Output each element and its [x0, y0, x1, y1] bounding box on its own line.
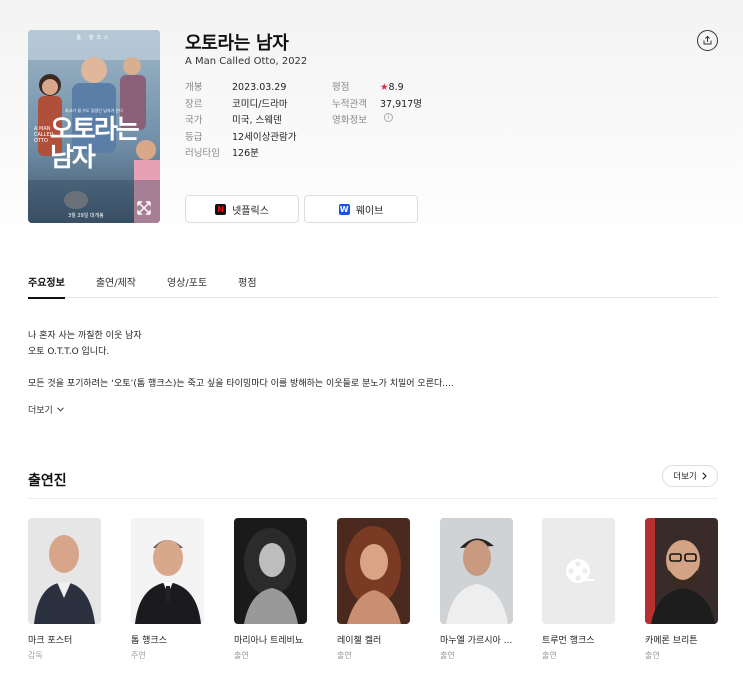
info-rating-grade: 등급 12세이상관람가 — [185, 130, 297, 147]
cast-role: 출연 — [337, 651, 352, 660]
info-movie-info[interactable]: 영화정보 i — [332, 113, 422, 130]
tab-reviews[interactable]: 평점 — [238, 262, 256, 298]
expand-icon[interactable] — [136, 200, 152, 216]
more-label: 더보기 — [28, 406, 53, 416]
cast-card[interactable]: 톰 행크스 주연 — [131, 518, 205, 661]
cast-more-button[interactable]: 더보기 — [662, 465, 718, 487]
info-runtime: 러닝타임 126분 — [185, 146, 297, 163]
movie-subtitle: A Man Called Otto, 2022 — [185, 56, 308, 67]
cast-role: 출연 — [440, 651, 455, 660]
tab-main-info[interactable]: 주요정보 — [28, 262, 65, 299]
chevron-down-icon — [56, 407, 64, 412]
share-icon — [703, 35, 712, 45]
cast-photo — [131, 518, 204, 624]
ott-label: 넷플릭스 — [232, 205, 269, 217]
poster-release: 3월 29일 대개봉 — [68, 213, 104, 219]
cast-photo — [28, 518, 101, 624]
more-label: 더보기 — [673, 472, 697, 482]
info-country: 국가 미국, 스웨덴 — [185, 113, 297, 130]
ott-label: 웨이브 — [355, 205, 384, 217]
info-circle-icon[interactable]: i — [384, 113, 393, 122]
wavve-button[interactable]: W 웨이브 — [304, 195, 418, 223]
info-value: 12세이상관람가 — [232, 131, 297, 143]
poster-english: A MAN CALLED OTTO — [34, 126, 54, 144]
cast-card[interactable]: 레이첼 켈러 출연 — [337, 518, 411, 661]
cast-section-title: 출연진 — [28, 473, 67, 489]
cast-role: 주연 — [131, 651, 146, 660]
chevron-right-icon — [702, 472, 707, 480]
netflix-button[interactable]: N 넷플릭스 — [185, 195, 299, 223]
tab-video-photo[interactable]: 영상/포토 — [167, 262, 207, 298]
movie-title: 오토라는 남자 — [185, 33, 289, 54]
cast-photo-placeholder — [542, 518, 615, 624]
divider — [28, 498, 718, 499]
cast-name: 톰 행크스 — [131, 636, 167, 646]
synopsis-line: 오토 O.T.T.O 입니다. — [28, 347, 110, 357]
synopsis-line: 나 혼자 사는 까칠한 이웃 남자 — [28, 331, 142, 341]
synopsis-more-button[interactable]: 더보기 — [28, 403, 64, 416]
info-label: 영화정보 — [332, 115, 367, 126]
share-button[interactable] — [697, 30, 718, 51]
info-list-left: 개봉 2023.03.29 장르 코미디/드라마 국가 미국, 스웨덴 등급 12세이상… — [185, 80, 297, 163]
cast-name: 카메론 브리튼 — [645, 636, 698, 646]
info-value: 2023.03.29 — [232, 82, 287, 93]
cast-name: 마리아나 트레비뇨 — [234, 636, 304, 646]
score-value: 8.9 — [388, 82, 404, 93]
cast-card[interactable]: 마누엘 가르시아 ... 출연 — [440, 518, 514, 661]
cast-name: 레이첼 켈러 — [337, 636, 382, 646]
info-label: 러닝타임 — [185, 148, 220, 159]
cast-role: 감독 — [28, 651, 43, 660]
info-label: 국가 — [185, 115, 203, 126]
cast-card[interactable]: 카메론 브리튼 출연 — [645, 518, 719, 661]
tab-cast-crew[interactable]: 출연/제작 — [96, 262, 136, 298]
poster-title: 오토라는 남자 — [50, 115, 140, 173]
info-label: 등급 — [185, 131, 203, 143]
info-genre: 장르 코미디/드라마 — [185, 97, 297, 114]
info-value: 코미디/드라마 — [232, 98, 288, 110]
info-label: 평점 — [332, 82, 350, 93]
info-release: 개봉 2023.03.29 — [185, 80, 297, 97]
info-label: 장르 — [185, 98, 203, 110]
cast-role: 출연 — [645, 651, 660, 660]
info-list-right: 평점 ★8.9 누적관객 37,917명 영화정보 i — [332, 80, 422, 130]
info-label: 개봉 — [185, 82, 203, 93]
movie-poster[interactable]: 톰 행크스 최고가 될 수도 있었던 남자가 온다 오토라는 남자 A MAN … — [28, 30, 160, 223]
info-score: 평점 ★8.9 — [332, 80, 422, 97]
info-audience: 누적관객 37,917명 — [332, 97, 422, 114]
synopsis: 나 혼자 사는 까칠한 이웃 남자 오토 O.T.T.O 입니다. 모든 것을 … — [28, 328, 718, 392]
cast-photo — [645, 518, 718, 624]
poster-tagline: 최고가 될 수도 있었던 남자가 온다 — [65, 108, 123, 113]
cast-card[interactable]: 마리아나 트레비뇨 출연 — [234, 518, 308, 661]
cast-role: 출연 — [542, 651, 557, 660]
synopsis-line: 모든 것을 포기하려는 ‘오토’(톰 행크스)는 죽고 싶을 타이밍마다 이를 … — [28, 379, 454, 389]
cast-card[interactable]: 마크 포스터 감독 — [28, 518, 102, 661]
cast-photo — [440, 518, 513, 624]
star-icon: ★ — [380, 82, 389, 93]
cast-name: 마누엘 가르시아 ... — [440, 636, 513, 646]
cast-name: 마크 포스터 — [28, 636, 73, 646]
info-value: 미국, 스웨덴 — [232, 115, 282, 126]
cast-role: 출연 — [234, 651, 249, 660]
cast-card[interactable]: 트루먼 행크스 출연 — [542, 518, 616, 661]
cast-photo — [337, 518, 410, 624]
info-value: 37,917명 — [380, 98, 422, 110]
cast-photo — [234, 518, 307, 624]
netflix-icon: N — [215, 203, 227, 215]
info-value: 126분 — [232, 148, 259, 159]
wavve-icon: W — [338, 203, 350, 215]
synopsis-line — [28, 360, 718, 376]
poster-top-credit: 톰 행크스 — [76, 35, 112, 41]
info-label: 누적관객 — [332, 98, 367, 110]
cast-name: 트루먼 행크스 — [542, 636, 595, 646]
tab-bar: 주요정보 출연/제작 영상/포토 평점 — [28, 262, 718, 299]
